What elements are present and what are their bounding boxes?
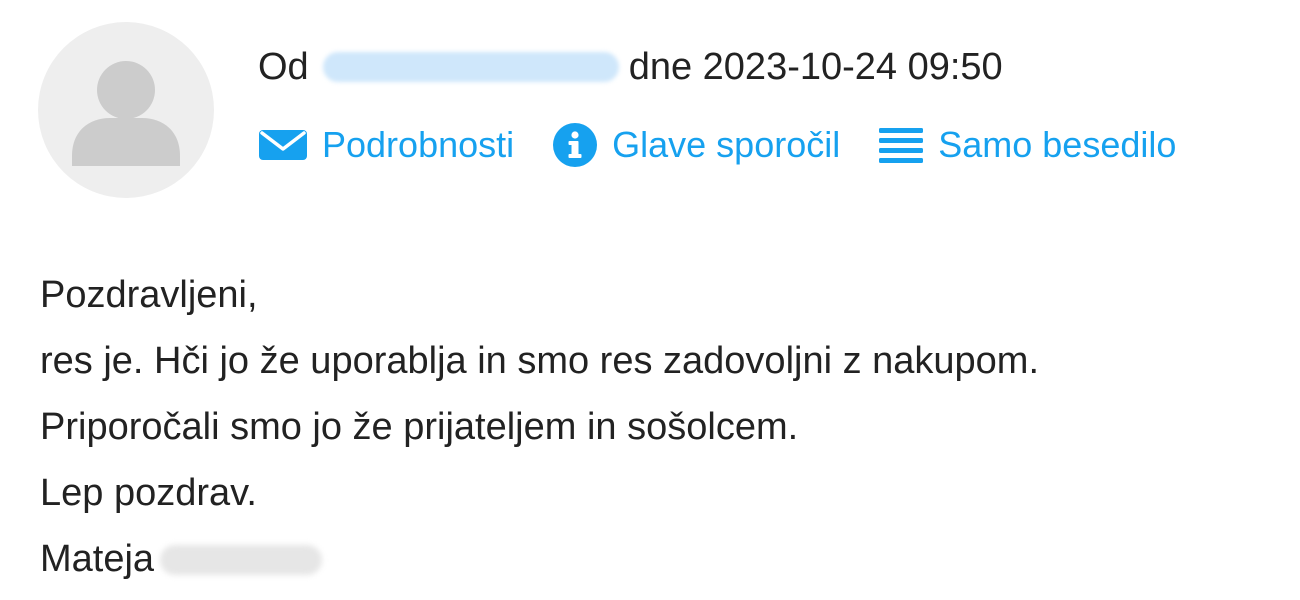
- message-actions: Podrobnosti Glave sporočil Samo besedilo: [258, 118, 1176, 172]
- sender-redacted: [322, 52, 619, 82]
- email-message-view: Od dne 2023-10-24 09:50 Podrobnosti Glav…: [0, 0, 1300, 600]
- plain-text-label: Samo besedilo: [938, 124, 1177, 165]
- body-line-2: res je. Hči jo že uporablja in smo res z…: [40, 340, 1040, 382]
- details-label: Podrobnosti: [322, 124, 515, 165]
- headers-link[interactable]: Glave sporočil: [552, 122, 840, 168]
- body-line-greeting: Pozdravljeni,: [40, 274, 258, 316]
- headers-label: Glave sporočil: [612, 124, 841, 165]
- message-meta: Od dne 2023-10-24 09:50: [258, 42, 1003, 92]
- body-line-3: Priporočali smo jo že prijateljem in soš…: [40, 406, 799, 448]
- lines-icon: [878, 125, 924, 165]
- user-placeholder-icon: [72, 61, 180, 166]
- signature-surname-redacted: [160, 545, 323, 575]
- message-body: Pozdravljeni, res je. Hči jo že uporablj…: [40, 262, 1039, 592]
- signature-first-name: Mateja: [40, 538, 155, 580]
- info-icon: [552, 122, 598, 168]
- avatar: [38, 22, 214, 198]
- from-label: Od: [258, 45, 309, 88]
- signature: Mateja: [40, 526, 1039, 592]
- body-line-closing: Lep pozdrav.: [40, 472, 257, 514]
- date-label: dne 2023-10-24 09:50: [628, 45, 1003, 88]
- details-link[interactable]: Podrobnosti: [258, 124, 514, 166]
- envelope-icon: [258, 128, 308, 162]
- plain-text-link[interactable]: Samo besedilo: [878, 124, 1176, 166]
